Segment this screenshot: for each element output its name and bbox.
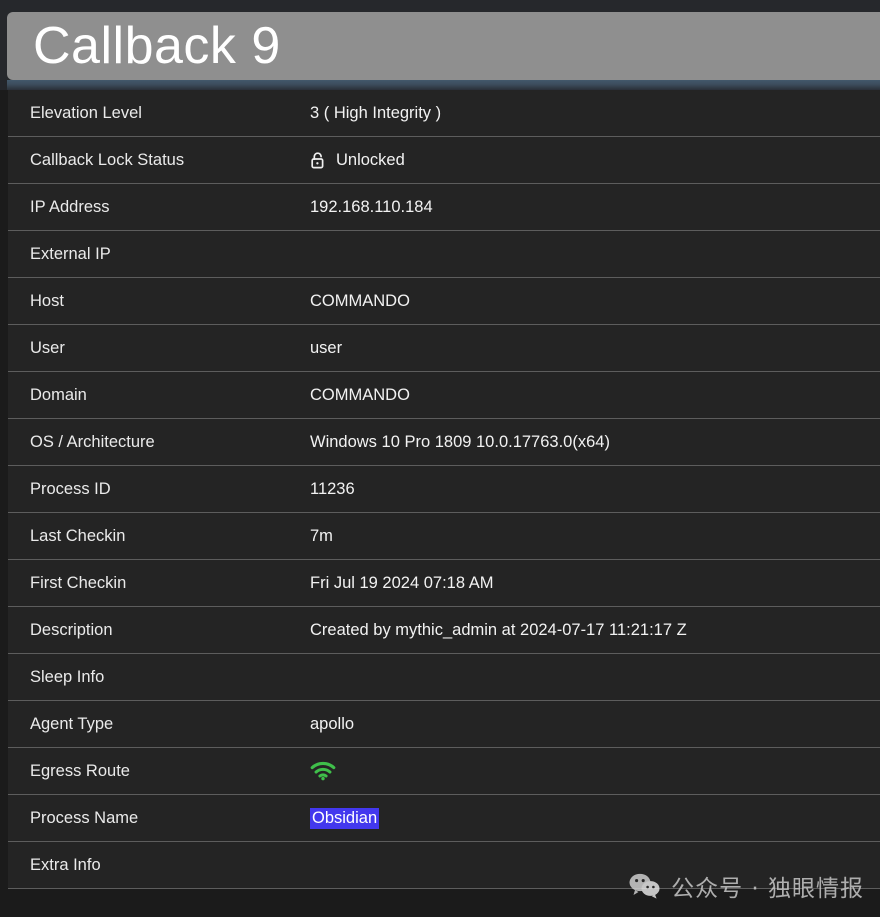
table-row[interactable]: Description Created by mythic_admin at 20… — [8, 607, 880, 654]
page-title: Callback 9 — [33, 17, 281, 75]
value-text: Created by mythic_admin at 2024-07-17 11… — [310, 620, 687, 639]
row-label: First Checkin — [30, 573, 127, 592]
row-label: Description — [30, 620, 113, 639]
table-row[interactable]: Process ID 11236 — [8, 466, 880, 513]
row-label: Elevation Level — [30, 103, 142, 122]
row-label: Callback Lock Status — [30, 150, 185, 169]
header-underline-accent — [0, 80, 880, 90]
table-row[interactable]: Agent Type apollo — [8, 701, 880, 748]
value-text: Windows 10 Pro 1809 10.0.17763.0(x64) — [310, 432, 610, 451]
row-label: Domain — [30, 385, 87, 404]
row-label: User — [30, 338, 65, 357]
table-row[interactable]: External IP — [8, 231, 880, 278]
row-value: COMMANDO — [310, 292, 880, 311]
row-label: Egress Route — [30, 761, 130, 780]
table-row[interactable]: Callback Lock Status Unlocked — [8, 137, 880, 184]
row-value: Obsidian — [310, 807, 880, 829]
row-value: user — [310, 339, 880, 358]
row-value: Windows 10 Pro 1809 10.0.17763.0(x64) — [310, 433, 880, 452]
row-value: 192.168.110.184 — [310, 198, 880, 217]
callback-property-table: Elevation Level 3 ( High Integrity ) Callb… — [0, 90, 880, 917]
table-row[interactable]: Domain COMMANDO — [8, 372, 880, 419]
table-row[interactable]: IP Address 192.168.110.184 — [8, 184, 880, 231]
table-row[interactable]: Host COMMANDO — [8, 278, 880, 325]
row-value: 7m — [310, 527, 880, 546]
row-label: Host — [30, 291, 64, 310]
row-value: 11236 — [310, 480, 880, 499]
row-value: Unlocked — [310, 151, 880, 170]
value-text: user — [310, 338, 343, 357]
value-text: COMMANDO — [310, 291, 410, 310]
table-row[interactable]: Sleep Info — [8, 654, 880, 701]
table-row[interactable]: Process Name Obsidian — [8, 795, 880, 842]
row-label: Process Name — [30, 808, 139, 827]
value-text: 3 ( High Integrity ) — [310, 103, 442, 122]
unlock-icon[interactable] — [310, 151, 327, 170]
row-value — [310, 761, 880, 781]
row-label: Process ID — [30, 479, 111, 498]
row-label: Agent Type — [30, 714, 114, 733]
table-row[interactable]: Elevation Level 3 ( High Integrity ) — [8, 90, 880, 137]
value-text: COMMANDO — [310, 385, 410, 404]
header-region: Callback 9 — [0, 0, 880, 90]
row-label: Last Checkin — [30, 526, 126, 545]
row-label: OS / Architecture — [30, 432, 155, 451]
table-row[interactable]: Extra Info — [8, 842, 880, 889]
value-text: 192.168.110.184 — [310, 197, 433, 216]
callback-header-bar[interactable]: Callback 9 — [7, 12, 880, 80]
row-value: Fri Jul 19 2024 07:18 AM — [310, 574, 880, 593]
row-label: External IP — [30, 244, 111, 263]
row-label: Sleep Info — [30, 667, 105, 686]
table-row[interactable]: OS / Architecture Windows 10 Pro 1809 10.… — [8, 419, 880, 466]
row-value: Created by mythic_admin at 2024-07-17 11… — [310, 621, 880, 640]
table-row[interactable]: User user — [8, 325, 880, 372]
value-text: 7m — [310, 526, 333, 545]
value-text: Unlocked — [336, 150, 405, 169]
wifi-icon[interactable] — [310, 761, 336, 781]
selected-value-text[interactable]: Obsidian — [310, 807, 380, 829]
table-row[interactable]: Egress Route — [8, 748, 880, 795]
row-value: COMMANDO — [310, 386, 880, 405]
value-text: 11236 — [310, 479, 355, 498]
value-text: apollo — [310, 714, 355, 733]
table-row[interactable]: Last Checkin 7m — [8, 513, 880, 560]
table-row[interactable]: First Checkin Fri Jul 19 2024 07:18 AM — [8, 560, 880, 607]
row-label: Extra Info — [30, 855, 101, 874]
value-text: Fri Jul 19 2024 07:18 AM — [310, 573, 494, 592]
row-value: 3 ( High Integrity ) — [310, 104, 880, 123]
callback-detail-panel: Callback 9 Elevation Level 3 ( High Integ… — [0, 0, 880, 917]
row-value: apollo — [310, 715, 880, 734]
row-label: IP Address — [30, 197, 110, 216]
header-underline-left-cap — [0, 80, 7, 90]
